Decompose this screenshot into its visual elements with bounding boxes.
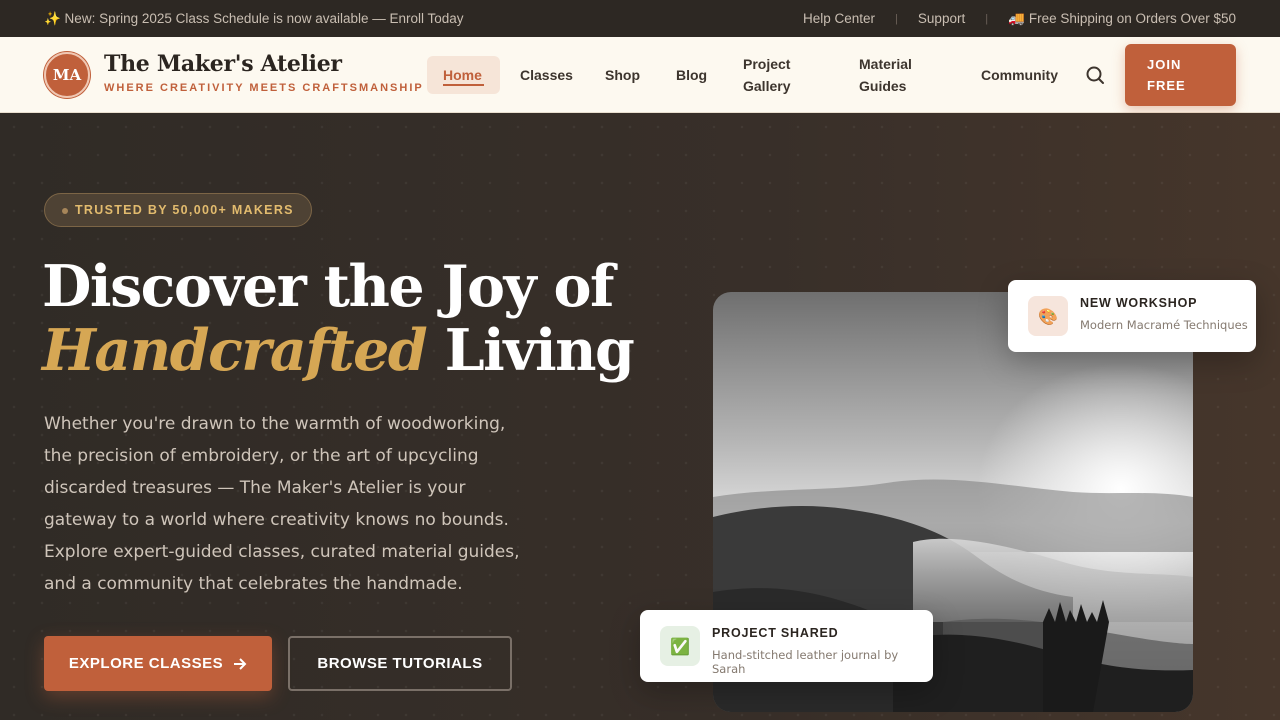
trust-badge: TRUSTED BY 50,000+ MAKERS xyxy=(44,193,312,227)
explore-classes-button[interactable]: EXPLORE CLASSES xyxy=(44,636,272,691)
topbar-links: Help Center | Support | 🚚 Free Shipping … xyxy=(803,11,1236,27)
workshop-card-subtitle: Modern Macramé Techniques xyxy=(1080,318,1248,332)
logo-badge[interactable]: MA xyxy=(44,52,90,98)
hero-headline: Discover the Joy of Handcrafted Living xyxy=(42,255,662,383)
help-center-link[interactable]: Help Center xyxy=(803,11,875,26)
badge-dot xyxy=(62,208,68,214)
nav-item-material-guides[interactable]: Material Guides xyxy=(859,53,939,97)
nav-item-blog[interactable]: Blog xyxy=(676,64,707,86)
brand-tagline: WHERE CREATIVITY MEETS CRAFTSMANSHIP xyxy=(104,82,424,94)
announcement-text: ✨ New: Spring 2025 Class Schedule is now… xyxy=(44,10,464,26)
announcement-bar: ✨ New: Spring 2025 Class Schedule is now… xyxy=(0,0,1280,37)
headline-accent: Handcrafted xyxy=(42,317,428,384)
brand-name[interactable]: The Maker's Atelier xyxy=(104,51,342,77)
hero-description: Whether you're drawn to the warmth of wo… xyxy=(44,414,520,594)
nav-item-shop[interactable]: Shop xyxy=(605,64,640,86)
workshop-card-title: NEW WORKSHOP xyxy=(1080,296,1198,310)
divider: | xyxy=(985,12,989,25)
palette-icon: 🎨 xyxy=(1028,296,1068,336)
nav-item-project-gallery[interactable]: Project Gallery xyxy=(743,53,823,97)
join-free-button[interactable]: JOIN FREE xyxy=(1125,44,1236,106)
main-navigation: MA The Maker's Atelier WHERE CREATIVITY … xyxy=(0,37,1280,113)
browse-tutorials-button[interactable]: BROWSE TUTORIALS xyxy=(288,636,512,691)
headline-rest: Living xyxy=(444,317,635,384)
new-workshop-card[interactable]: 🎨 NEW WORKSHOP Modern Macramé Techniques xyxy=(1008,280,1256,352)
checkmark-icon: ✅ xyxy=(660,626,700,666)
search-icon-svg xyxy=(1086,66,1104,84)
shipping-notice: 🚚 Free Shipping on Orders Over $50 xyxy=(1008,11,1236,27)
headline-line1: Discover the Joy of xyxy=(42,253,615,320)
nav-item-classes[interactable]: Classes xyxy=(520,64,573,86)
support-link[interactable]: Support xyxy=(918,11,965,26)
divider: | xyxy=(895,12,898,25)
trust-badge-text: TRUSTED BY 50,000+ MAKERS xyxy=(75,203,294,217)
search-icon[interactable] xyxy=(1084,64,1106,86)
active-underline xyxy=(443,84,484,86)
truck-icon: 🚚 xyxy=(1008,10,1025,26)
shipping-text: Free Shipping on Orders Over $50 xyxy=(1028,11,1236,26)
explore-classes-label: EXPLORE CLASSES xyxy=(68,655,224,672)
nav-item-community[interactable]: Community xyxy=(981,64,1058,86)
hero-section: TRUSTED BY 50,000+ MAKERS Discover the J… xyxy=(0,113,1280,720)
nav-item-label: Home xyxy=(443,67,482,83)
project-shared-card[interactable]: ✅ PROJECT SHARED Hand-stitched leather j… xyxy=(640,610,933,682)
project-card-subtitle: Hand-stitched leather journal by Sarah xyxy=(712,648,899,676)
project-card-title: PROJECT SHARED xyxy=(712,626,839,640)
arrow-right-icon xyxy=(234,657,247,670)
nav-item-home[interactable]: Home xyxy=(427,56,500,94)
